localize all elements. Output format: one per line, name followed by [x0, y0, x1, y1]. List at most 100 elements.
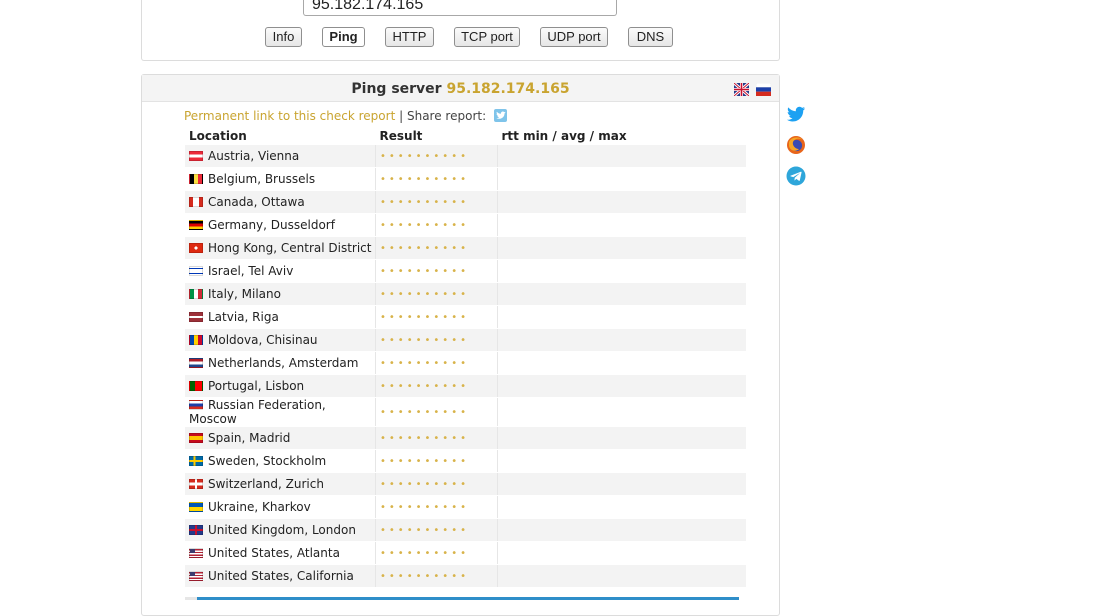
ping-button[interactable]: Ping	[322, 27, 365, 47]
location-cell: United Kingdom, London	[185, 518, 376, 542]
ua-flag-icon	[189, 502, 203, 512]
result-cell: ••••••••••	[375, 145, 498, 168]
ru-flag-icon	[189, 400, 203, 410]
result-cell: ••••••••••	[375, 518, 498, 542]
table-row: Israel, Tel Aviv ••••••••••	[185, 259, 746, 283]
location-label: Latvia, Riga	[208, 310, 279, 324]
location-cell: Hong Kong, Central District	[185, 236, 376, 260]
location-label: Canada, Ottawa	[208, 195, 305, 209]
hk-flag-icon	[189, 243, 203, 253]
location-label: Moldova, Chisinau	[208, 333, 318, 347]
location-cell: Switzerland, Zurich	[185, 472, 376, 496]
results-table: Location Result rtt min / avg / max Aust…	[185, 126, 746, 588]
table-row: Spain, Madrid ••••••••••	[185, 426, 746, 450]
table-row: Ukraine, Kharkov ••••••••••	[185, 495, 746, 519]
table-row: Latvia, Riga ••••••••••	[185, 305, 746, 329]
location-cell: Moldova, Chisinau	[185, 328, 376, 352]
il-flag-icon	[189, 266, 203, 276]
udp-port-button[interactable]: UDP port	[540, 27, 608, 47]
permanent-link[interactable]: Permanent link to this check report	[184, 109, 395, 123]
rtt-cell	[497, 351, 746, 375]
table-row: Russian Federation, Moscow ••••••••••	[185, 397, 746, 427]
uk-flag-icon[interactable]	[734, 83, 749, 96]
location-label: Italy, Milano	[208, 287, 281, 301]
twitter-icon[interactable]	[786, 104, 806, 124]
telegram-icon[interactable]	[786, 166, 806, 186]
dns-button[interactable]: DNS	[628, 27, 673, 47]
rtt-cell	[497, 167, 746, 191]
location-label: Russian Federation, Moscow	[189, 398, 326, 426]
rtt-cell	[497, 426, 746, 450]
location-cell: United States, California	[185, 564, 376, 588]
result-cell: ••••••••••	[375, 374, 498, 398]
report-links: Permanent link to this check report | Sh…	[184, 109, 507, 123]
it-flag-icon	[189, 289, 203, 299]
http-button[interactable]: HTTP	[385, 27, 434, 47]
location-cell: Ukraine, Kharkov	[185, 495, 376, 519]
result-cell: ••••••••••	[375, 190, 498, 214]
nl-flag-icon	[189, 358, 203, 368]
table-row: Portugal, Lisbon ••••••••••	[185, 374, 746, 398]
rtt-cell	[497, 495, 746, 519]
location-cell: Germany, Dusseldorf	[185, 213, 376, 237]
location-label: Hong Kong, Central District	[208, 241, 372, 255]
at-flag-icon	[189, 151, 203, 161]
rtt-cell	[497, 282, 746, 306]
rtt-cell	[497, 449, 746, 473]
location-label: Israel, Tel Aviv	[208, 264, 294, 278]
rtt-cell	[497, 259, 746, 283]
result-cell: ••••••••••	[375, 541, 498, 565]
russia-flag-icon[interactable]	[756, 83, 771, 96]
info-button[interactable]: Info	[265, 27, 302, 47]
be-flag-icon	[189, 174, 203, 184]
gb-flag-icon	[189, 525, 203, 535]
rtt-cell	[497, 541, 746, 565]
location-cell: Sweden, Stockholm	[185, 449, 376, 473]
table-row: United States, Atlanta ••••••••••	[185, 541, 746, 565]
rtt-cell	[497, 145, 746, 168]
location-label: Switzerland, Zurich	[208, 477, 324, 491]
location-label: Sweden, Stockholm	[208, 454, 327, 468]
result-cell: ••••••••••	[375, 305, 498, 329]
location-cell: Netherlands, Amsterdam	[185, 351, 376, 375]
twitter-small-icon[interactable]	[493, 109, 507, 122]
rtt-cell	[497, 305, 746, 329]
report-title: Ping server 95.182.174.165	[142, 81, 779, 97]
firefox-icon[interactable]	[786, 135, 806, 155]
rtt-cell	[497, 374, 746, 398]
result-cell: ••••••••••	[375, 495, 498, 519]
table-row: Moldova, Chisinau ••••••••••	[185, 328, 746, 352]
location-cell: Portugal, Lisbon	[185, 374, 376, 398]
result-cell: ••••••••••	[375, 426, 498, 450]
rtt-cell	[497, 190, 746, 214]
table-row: Switzerland, Zurich ••••••••••	[185, 472, 746, 496]
us-flag-icon	[189, 571, 203, 581]
ch-flag-icon	[189, 479, 203, 489]
location-cell: United States, Atlanta	[185, 541, 376, 565]
result-cell: ••••••••••	[375, 449, 498, 473]
result-cell: ••••••••••	[375, 564, 498, 588]
result-cell: ••••••••••	[375, 328, 498, 352]
location-label: Spain, Madrid	[208, 431, 291, 445]
column-header-rtt: rtt min / avg / max	[501, 128, 627, 143]
links-separator: |	[399, 109, 404, 123]
tcp-port-button[interactable]: TCP port	[454, 27, 520, 47]
table-row: Sweden, Stockholm ••••••••••	[185, 449, 746, 473]
location-label: Portugal, Lisbon	[208, 379, 305, 393]
rtt-cell	[497, 518, 746, 542]
rtt-cell	[497, 397, 746, 427]
location-cell: Italy, Milano	[185, 282, 376, 306]
result-cell: ••••••••••	[375, 472, 498, 496]
location-label: United States, California	[208, 569, 354, 583]
report-title-ip: 95.182.174.165	[446, 81, 570, 97]
table-row: United Kingdom, London ••••••••••	[185, 518, 746, 542]
table-row: Austria, Vienna ••••••••••	[185, 145, 746, 168]
result-cell: ••••••••••	[375, 397, 498, 427]
result-cell: ••••••••••	[375, 213, 498, 237]
location-cell: Israel, Tel Aviv	[185, 259, 376, 283]
share-label: Share report:	[406, 109, 487, 123]
pt-flag-icon	[189, 381, 203, 391]
host-input[interactable]	[303, 0, 617, 16]
table-row: Netherlands, Amsterdam ••••••••••	[185, 351, 746, 375]
location-cell: Belgium, Brussels	[185, 167, 376, 191]
